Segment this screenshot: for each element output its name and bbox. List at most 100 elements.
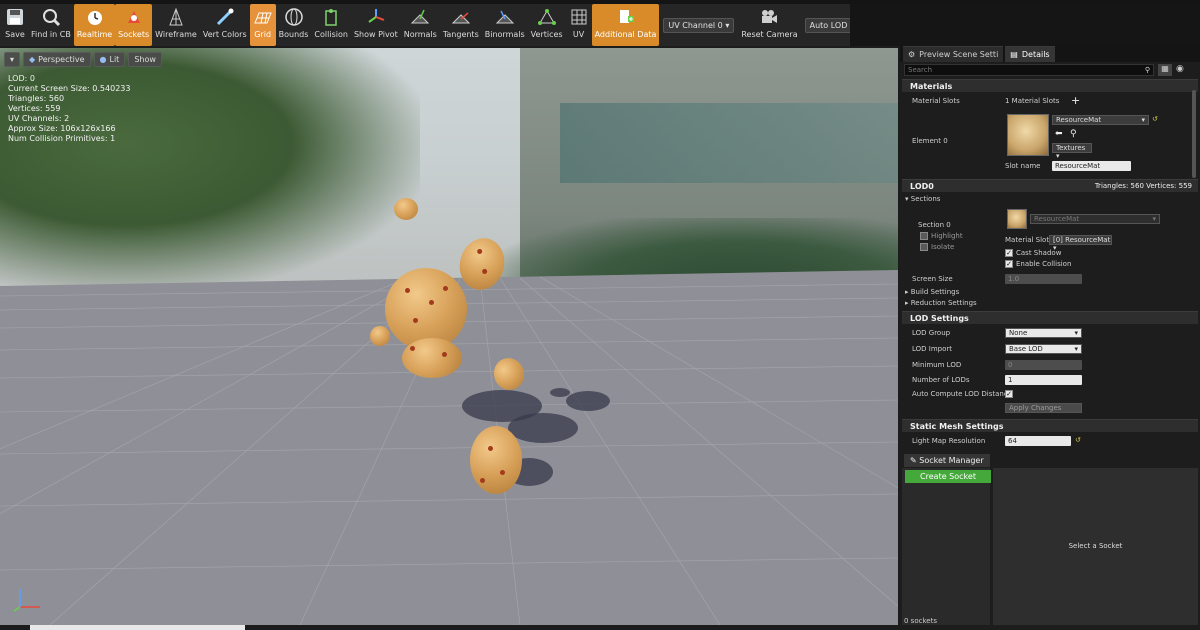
sections-label: Sections [910, 195, 941, 203]
lit-button[interactable]: ● Lit [93, 52, 126, 67]
realtime-button[interactable]: Realtime [73, 4, 116, 46]
potato-mesh [402, 338, 462, 378]
stat-lod: LOD: 0 [8, 74, 35, 83]
tab-preview-scene-settings[interactable]: ⚙ Preview Scene Setti [903, 46, 1004, 62]
section-material-thumbnail[interactable] [1007, 209, 1027, 229]
perspective-button[interactable]: ◆ Perspective [23, 52, 91, 67]
min-lod-field[interactable]: 0 [1005, 360, 1082, 370]
cast-shadow-label: Cast Shadow [1016, 249, 1062, 257]
lod-settings-category[interactable]: LOD Settings [902, 311, 1198, 324]
reset-camera-button[interactable]: Reset Camera [738, 4, 800, 46]
material-thumbnail[interactable] [1007, 114, 1049, 156]
auto-compute-label: Auto Compute LOD Distance [912, 390, 1013, 398]
browse-icon[interactable]: ⚲ [1070, 129, 1077, 139]
wireframe-button[interactable]: Wireframe [152, 4, 200, 46]
lit-label: Lit [109, 55, 120, 64]
viewport[interactable]: ▾ ◆ Perspective ● Lit Show LOD: 0 Current … [0, 48, 898, 625]
lod-import-dropdown[interactable]: Base LOD ▾ [1005, 344, 1082, 354]
chevron-down-icon: ▾ [725, 20, 730, 30]
material-dropdown[interactable]: ResourceMat ▾ [1052, 115, 1149, 125]
stat-vertices: Vertices: 559 [8, 104, 61, 113]
apply-changes-button[interactable]: Apply Changes [1005, 403, 1082, 413]
settings-icon: ⚙ [908, 50, 916, 59]
tab-socket-manager[interactable]: ✎ Socket Manager [904, 454, 990, 467]
save-label: Save [5, 30, 25, 39]
vertices-button[interactable]: Vertices [528, 4, 566, 46]
collision-button[interactable]: Collision [311, 4, 351, 46]
socket-details: Select a Socket [993, 468, 1198, 625]
bounds-icon [284, 7, 304, 27]
use-selected-icon[interactable]: ⬅ [1055, 129, 1063, 139]
material-slots-label: Material Slots [912, 97, 960, 105]
socket-count: 0 sockets [904, 617, 937, 625]
lod-group-dropdown[interactable]: None ▾ [1005, 328, 1082, 338]
vert-colors-label: Vert Colors [202, 30, 247, 39]
static-mesh-category[interactable]: Static Mesh Settings [902, 419, 1198, 432]
vert-colors-button[interactable]: Vert Colors [200, 4, 250, 46]
static-mesh-header: Static Mesh Settings [910, 422, 1004, 431]
view-options-icon[interactable]: ▦ [1158, 64, 1172, 76]
find-in-cb-button[interactable]: Find in CB [28, 4, 74, 46]
grid-label: Grid [254, 30, 272, 39]
chevron-down-icon: ▾ [1152, 215, 1156, 223]
bounds-button[interactable]: Bounds [276, 4, 312, 46]
viewport-controls: ▾ ◆ Perspective ● Lit Show [4, 52, 162, 67]
isolate-checkbox[interactable] [920, 243, 928, 251]
potato-mesh [394, 198, 418, 220]
uv-channel-value: UV Channel 0 [668, 20, 723, 30]
create-socket-button[interactable]: Create Socket [905, 470, 991, 483]
build-settings-expander[interactable]: ▸ Build Settings [905, 288, 959, 296]
reset-icon[interactable]: ↺ [1152, 115, 1158, 123]
viewport-options-button[interactable]: ▾ [4, 52, 21, 67]
material-slot-dropdown[interactable]: [0] ResourceMat ▾ [1049, 235, 1112, 252]
uv-channel-dropdown[interactable]: UV Channel 0 ▾ [663, 17, 735, 33]
binormals-button[interactable]: Binormals [482, 4, 528, 46]
screen-size-field[interactable]: 1.0 [1005, 274, 1082, 284]
socket-icon: ✎ [910, 456, 917, 465]
textures-dropdown[interactable]: Textures ▾ [1052, 143, 1092, 160]
materials-category[interactable]: Materials [902, 79, 1198, 92]
element-0-label: Element 0 [912, 137, 948, 145]
tangents-button[interactable]: Tangents [440, 4, 482, 46]
details-scrollbar[interactable] [1192, 90, 1196, 178]
reset-camera-label: Reset Camera [741, 30, 798, 39]
eye-icon[interactable]: ◉ [1176, 64, 1184, 74]
add-icon[interactable]: + [1071, 94, 1080, 107]
sections-expander[interactable]: ▾ Sections [905, 195, 940, 203]
collision-label: Collision [314, 30, 348, 39]
show-pivot-button[interactable]: Show Pivot [351, 4, 401, 46]
lod-settings-header: LOD Settings [910, 314, 969, 323]
details-icon: ▤ [1010, 50, 1018, 59]
pivot-icon [366, 7, 386, 27]
cube-icon: ◆ [29, 55, 36, 64]
reduction-settings-expander[interactable]: ▸ Reduction Settings [905, 299, 977, 307]
grid-icon [253, 7, 273, 27]
light-map-field[interactable]: 64 [1005, 436, 1071, 446]
uv-icon [569, 7, 589, 27]
normals-button[interactable]: Normals [401, 4, 440, 46]
grid-button[interactable]: Grid [249, 4, 276, 46]
select-socket-hint: Select a Socket [1068, 542, 1123, 550]
slot-name-field[interactable]: ResourceMat [1052, 161, 1131, 171]
cast-shadow-checkbox[interactable]: ✓ [1005, 249, 1013, 257]
sockets-button[interactable]: Sockets [115, 4, 153, 46]
details-search-input[interactable]: Search ⚲ [904, 64, 1154, 76]
additional-data-button[interactable]: Additional Data [591, 4, 660, 46]
highlight-checkbox[interactable] [920, 232, 928, 240]
section-material-dropdown[interactable]: ResourceMat ▾ [1030, 214, 1160, 224]
save-button[interactable]: Save [2, 4, 28, 46]
tab-details[interactable]: ▤ Details [1005, 46, 1055, 62]
reset-icon[interactable]: ↺ [1075, 436, 1081, 444]
camera-icon [759, 7, 779, 27]
lod0-category[interactable]: LOD0 Triangles: 560 Vertices: 559 [902, 179, 1198, 192]
potato-mesh [470, 426, 522, 494]
auto-compute-checkbox[interactable]: ✓ [1005, 390, 1013, 398]
show-button[interactable]: Show [128, 52, 162, 67]
lod-import-label: LOD Import [912, 345, 953, 353]
enable-collision-checkbox[interactable]: ✓ [1005, 260, 1013, 268]
uv-button[interactable]: UV [566, 4, 592, 46]
binormals-label: Binormals [484, 30, 525, 39]
socket-manager-label: Socket Manager [919, 456, 984, 465]
num-lods-field[interactable]: 1 [1005, 375, 1082, 385]
sockets-label: Sockets [118, 30, 150, 39]
